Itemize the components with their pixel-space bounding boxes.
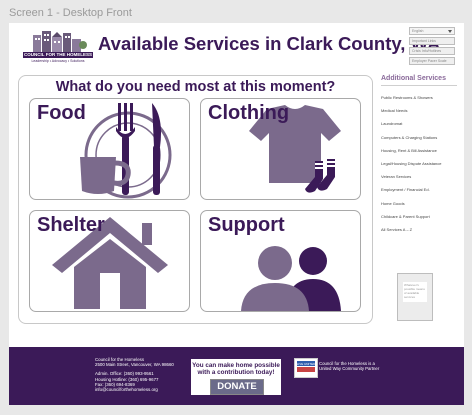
tile-label: Support (208, 214, 285, 236)
services-panel: What do you need most at this moment? Fo… (18, 75, 373, 324)
ad-text: Whatever's possible means of available s… (403, 282, 427, 302)
frame-label: Screen 1 - Desktop Front (9, 7, 132, 19)
footer: Council for the Homeless 2500 Main Stree… (9, 347, 464, 405)
sidebar-item[interactable]: Employment / Financial Ed. (381, 183, 457, 196)
sidebar-item[interactable]: Home Goods (381, 197, 457, 210)
sidebar-item[interactable]: All Services A – Z (381, 223, 457, 236)
header-control-button[interactable]: Important Links (409, 37, 455, 45)
united-way-text: Council for the Homeless is a United Way… (319, 361, 380, 372)
tile-clothing[interactable]: Clothing (200, 98, 361, 200)
sidebar-item[interactable]: Medical Needs (381, 104, 457, 117)
footer-contact: Council for the Homeless 2500 Main Stree… (95, 357, 174, 392)
svg-text:LIVE UNITED: LIVE UNITED (297, 362, 316, 366)
sidebar-item[interactable]: Housing, Rent & Bill Assistance (381, 144, 457, 157)
sidebar-title: Additional Services (381, 75, 457, 86)
tile-shelter[interactable]: Shelter (29, 210, 190, 312)
donate-button[interactable]: DONATE (210, 379, 264, 395)
header-controls: English Important Links Crisis Info/Hotl… (409, 27, 455, 67)
additional-services-sidebar: Additional Services Public Restrooms & S… (381, 75, 457, 321)
page-title: Available Services in Clark County, WA (98, 33, 441, 54)
header-control-button[interactable]: Crisis Info/Hotlines (409, 47, 455, 55)
question-heading: What do you need most at this moment? (55, 79, 336, 95)
donate-text: You can make home possible with a contri… (192, 362, 280, 376)
tile-label: Clothing (208, 102, 290, 124)
logo-tagline: Leadership • Advocacy • Solutions (31, 59, 85, 63)
org-address: 2500 Main Street, Vancouver, WA 98660 (95, 362, 174, 368)
chevron-down-icon (448, 29, 452, 33)
sidebar-item[interactable]: Public Restrooms & Showers (381, 91, 457, 104)
sidebar-ad[interactable]: Whatever's possible means of available s… (397, 273, 433, 321)
tile-support[interactable]: Support (200, 210, 361, 312)
sidebar-item[interactable]: Laundromat (381, 117, 457, 130)
sidebar-item[interactable]: Legal/Housing Dispute Assistance (381, 157, 457, 170)
header-control-button[interactable]: Employer Pacer Scale (409, 57, 455, 65)
council-logo[interactable]: COUNCIL FOR THE HOMELESS Leadership • Ad… (23, 29, 93, 63)
tile-label: Shelter (37, 214, 105, 236)
united-way-icon: LIVE UNITED (297, 362, 316, 366)
logo-name: COUNCIL FOR THE HOMELESS (24, 52, 92, 57)
sidebar-item[interactable]: Veteran Services (381, 170, 457, 183)
email-link[interactable]: info@councilforthehomeless.org (95, 387, 174, 392)
building-skyline-icon (33, 31, 87, 52)
tile-label: Food (37, 102, 86, 124)
united-way-logo[interactable]: LIVE UNITED (294, 358, 318, 378)
tile-food[interactable]: Food (29, 98, 190, 200)
language-select[interactable]: English (409, 27, 455, 35)
sidebar-item[interactable]: Computers & Charging Stations (381, 131, 457, 144)
sidebar-item[interactable]: Childcare & Parent Support (381, 210, 457, 223)
donate-box: You can make home possible with a contri… (191, 359, 281, 395)
page: COUNCIL FOR THE HOMELESS Leadership • Ad… (9, 23, 464, 405)
